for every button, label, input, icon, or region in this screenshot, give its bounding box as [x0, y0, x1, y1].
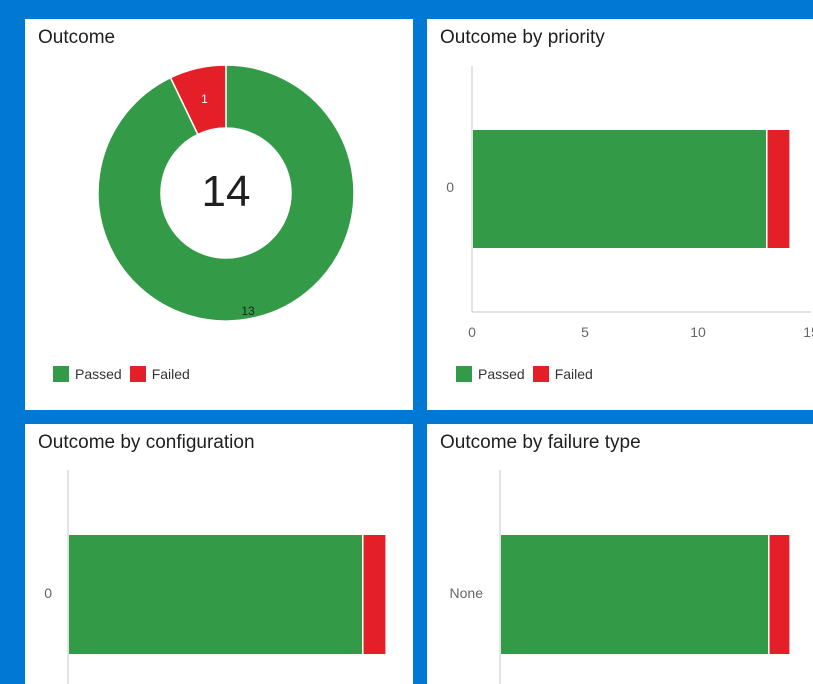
- legend-item-passed[interactable]: Passed: [53, 366, 122, 382]
- failure-type-bar-chart[interactable]: [427, 424, 813, 684]
- legend-item-failed[interactable]: Failed: [532, 366, 593, 382]
- outcome-tile[interactable]: Outcome 1 13 14 Passed Failed: [25, 19, 413, 410]
- bar-segment-passed[interactable]: [501, 535, 769, 654]
- priority-tick-0: 0: [468, 324, 476, 340]
- outcome-total: 14: [201, 167, 251, 216]
- bar-segment-failed[interactable]: [362, 535, 386, 654]
- bar-segment-passed[interactable]: [473, 130, 767, 248]
- bar-segment-failed[interactable]: [766, 130, 790, 248]
- bar-segment-failed[interactable]: [768, 535, 790, 654]
- passed-swatch: [53, 366, 69, 382]
- priority-tick-10: 10: [690, 324, 706, 340]
- legend-item-failed[interactable]: Failed: [129, 366, 190, 382]
- failure-type-tile[interactable]: Outcome by failure type None: [427, 424, 813, 684]
- legend-passed-label: Passed: [75, 366, 122, 382]
- configuration-tile[interactable]: Outcome by configuration 0: [25, 424, 413, 684]
- failure-type-category-label: None: [449, 585, 483, 601]
- passed-swatch: [456, 366, 472, 382]
- priority-legend: Passed Failed: [456, 366, 601, 382]
- legend-passed-label: Passed: [478, 366, 525, 382]
- donut-label-passed: 13: [241, 304, 255, 318]
- failed-swatch: [129, 366, 146, 382]
- priority-tick-5: 5: [581, 324, 589, 340]
- donut-label-failed: 1: [201, 92, 208, 106]
- configuration-category-label: 0: [44, 585, 52, 601]
- legend-item-passed[interactable]: Passed: [456, 366, 525, 382]
- outcome-legend: Passed Failed: [53, 366, 198, 382]
- legend-failed-label: Failed: [554, 366, 593, 382]
- bar-segment-passed[interactable]: [69, 535, 363, 654]
- priority-bar-chart[interactable]: [427, 19, 813, 410]
- priority-tile[interactable]: Outcome by priority 0 0 5 10 15 Passed F…: [427, 19, 813, 410]
- priority-category-label: 0: [446, 179, 454, 195]
- failed-swatch: [532, 366, 549, 382]
- legend-failed-label: Failed: [151, 366, 190, 382]
- configuration-bar-chart[interactable]: [25, 424, 413, 684]
- priority-tick-15: 15: [803, 324, 813, 340]
